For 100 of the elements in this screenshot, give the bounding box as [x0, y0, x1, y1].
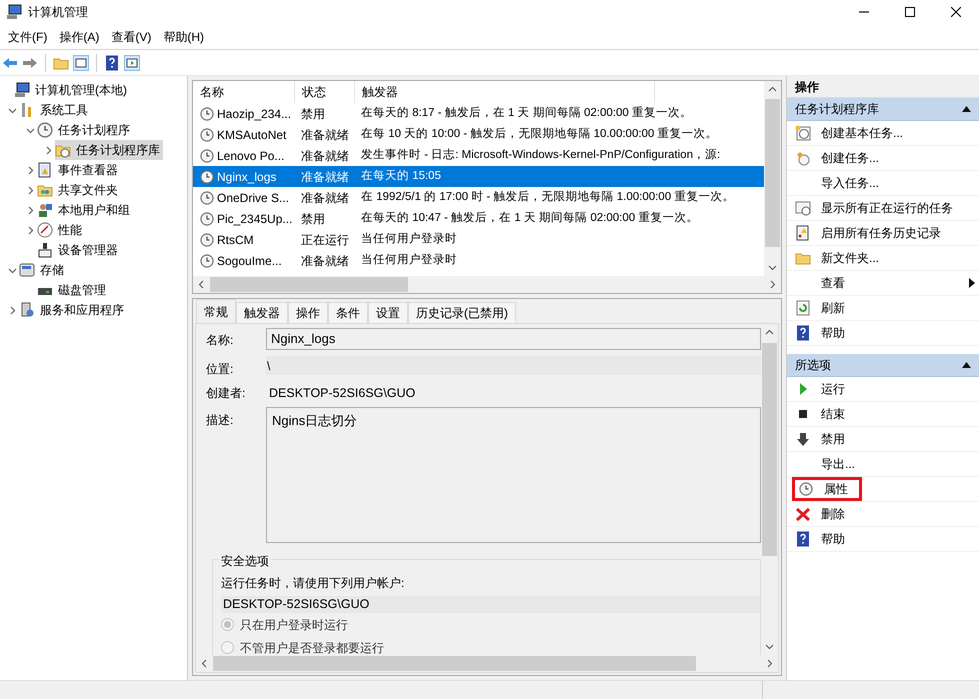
collapsed-chevron-icon[interactable] — [26, 226, 34, 234]
tree-item[interactable]: 存储 — [19, 260, 67, 280]
column-header[interactable]: 触发器 — [355, 81, 655, 103]
device-icon — [37, 242, 53, 258]
task-list-icon — [795, 200, 811, 216]
task-row[interactable]: OneDrive S... 准备就绪 在 1992/5/1 的 17:00 时 - 触发后，无限期地每隔 1.00:00:00 重复一次。 — [193, 187, 764, 208]
tree-item[interactable]: 性能 — [37, 220, 85, 240]
task-row[interactable]: Nginx_logs 准备就绪 在每天的 15:05 — [193, 166, 764, 187]
action-item[interactable]: 结束 — [792, 402, 853, 426]
vertical-scrollbar[interactable] — [764, 81, 781, 276]
help-icon — [795, 325, 811, 341]
expanded-chevron-icon[interactable] — [26, 126, 34, 134]
table-cell-text: 在每天的 10:47 - 触发后，在 1 天 期间每隔 02:00:00 重复一次。 — [360, 210, 700, 226]
table-cell-text: SogouIme... — [217, 252, 282, 270]
clock-icon — [200, 232, 214, 246]
log-icon — [795, 225, 811, 241]
tab[interactable]: 条件 — [328, 302, 368, 323]
collapsed-chevron-icon[interactable] — [26, 166, 34, 174]
clock-icon — [200, 148, 214, 162]
pane-header: 操作 — [787, 76, 979, 98]
action-item[interactable]: 帮助 — [792, 321, 853, 345]
window-title: 计算机管理 — [28, 4, 88, 21]
action-item[interactable]: 新文件夹... — [792, 246, 888, 270]
action-item[interactable]: 运行 — [792, 377, 853, 401]
collapsed-chevron-icon[interactable] — [8, 306, 16, 314]
menu-item[interactable]: 文件(F) — [2, 28, 54, 46]
menu-item[interactable]: 帮助(H) — [157, 28, 210, 46]
task-row[interactable]: Pic_2345Up... 禁用 在每天的 10:47 - 触发后，在 1 天 期间每隔 02:00:00 重复一次。 — [193, 208, 764, 229]
table-cell-text: KMSAutoNet — [217, 126, 286, 144]
action-item[interactable]: 查看 — [792, 271, 853, 295]
tab[interactable]: 设置 — [368, 302, 408, 323]
table-cell-text: 准备就绪 — [300, 252, 350, 270]
action-item[interactable]: 属性 — [792, 477, 862, 501]
action-item[interactable]: 显示所有正在运行的任务 — [792, 196, 961, 220]
submenu-arrow-icon — [969, 278, 975, 288]
action-item[interactable]: 启用所有任务历史记录 — [792, 221, 949, 245]
action-item[interactable]: 导入任务... — [792, 171, 888, 195]
expanded-chevron-icon[interactable] — [8, 106, 16, 114]
tree-item[interactable]: 服务和应用程序 — [19, 300, 127, 320]
tree-item[interactable]: 系统工具 — [19, 100, 91, 120]
table-cell-text: 准备就绪 — [300, 148, 350, 164]
tree-item[interactable]: 共享文件夹 — [37, 180, 121, 200]
tree-item[interactable]: 计算机管理(本地) — [14, 80, 130, 100]
action-item[interactable]: 禁用 — [792, 427, 853, 451]
collapsed-chevron-icon[interactable] — [26, 186, 34, 194]
radio-button[interactable] — [221, 641, 234, 654]
refresh-icon — [795, 300, 811, 316]
location-field: \ — [266, 356, 761, 375]
tree-item[interactable]: 本地用户和组 — [37, 200, 133, 220]
tree-item[interactable]: 设备管理器 — [37, 240, 121, 260]
tree-item[interactable]: 磁盘管理 — [37, 280, 109, 300]
action-item[interactable]: 导出... — [792, 452, 864, 476]
tree-item[interactable]: 任务计划程序 — [37, 120, 133, 140]
collapsed-chevron-icon[interactable] — [26, 206, 34, 214]
tree-item[interactable]: 任务计划程序库 — [55, 140, 163, 160]
action-item[interactable]: 创建基本任务... — [792, 121, 912, 145]
task-row[interactable]: Lenovo Po... 准备就绪 发生事件时 - 日志: Microsoft-Windows-Kernel-PnP/Configuration，源: — [193, 145, 764, 166]
radio-label: 只在用户登录时运行 — [240, 616, 348, 634]
name-field[interactable]: Nginx_logs — [266, 328, 761, 350]
table-cell-text: 当任何用户登录时 — [360, 231, 458, 247]
table-cell-text: 在每 10 天的 10:00 - 触发后，无限期地每隔 10.00:00:00 重复一次。 — [360, 126, 719, 142]
users-icon — [37, 202, 53, 218]
table-cell-text: 在 1992/5/1 的 17:00 时 - 触发后，无限期地每隔 1.00:00:00 重复一次。 — [360, 190, 736, 205]
clock-icon — [37, 122, 53, 138]
collapse-arrow-icon — [962, 106, 971, 112]
action-item[interactable]: 刷新 — [792, 296, 853, 320]
clock-icon — [200, 106, 214, 120]
menu-item[interactable]: 查看(V) — [105, 28, 158, 46]
task-row[interactable]: SogouIme... 准备就绪 当任何用户登录时 — [193, 250, 764, 271]
table-cell-text: 准备就绪 — [300, 190, 350, 206]
action-item[interactable]: 删除 — [792, 502, 853, 526]
horizontal-scrollbar[interactable] — [193, 276, 781, 293]
tab[interactable]: 历史记录(已禁用) — [408, 302, 516, 323]
task-row[interactable]: RtsCM 正在运行 当任何用户登录时 — [193, 229, 764, 250]
field-label: 创建者: — [206, 385, 246, 402]
section-header[interactable]: 任务计划程序库 — [787, 98, 979, 121]
table-cell-text: 发生事件时 - 日志: Microsoft-Windows-Kernel-PnP/Configuration，源: — [360, 148, 722, 163]
group-title: 安全选项 — [219, 552, 271, 570]
task-row[interactable]: Haozip_234... 禁用 在每天的 8:17 - 触发后，在 1 天 期间每隔 02:00:00 重复一次。 — [193, 103, 764, 124]
radio-button[interactable] — [221, 618, 234, 632]
tab[interactable]: 操作 — [288, 302, 328, 323]
table-cell-text: 准备就绪 — [300, 168, 350, 186]
task-row[interactable]: KMSAutoNet 准备就绪 在每 10 天的 10:00 - 触发后，无限期地每隔 10.00:00:00 重复一次。 — [193, 124, 764, 145]
description-field[interactable]: Ngins日志切分 — [266, 406, 761, 543]
action-item[interactable]: 帮助 — [792, 527, 853, 551]
tree-item[interactable]: 事件查看器 — [37, 160, 121, 180]
collapsed-chevron-icon[interactable] — [44, 146, 52, 154]
section-header[interactable]: 所选项 — [787, 354, 979, 377]
table-cell-text: 正在运行 — [300, 232, 350, 248]
tab[interactable]: 触发器 — [236, 302, 288, 323]
column-header[interactable]: 名称 — [193, 81, 295, 103]
expanded-chevron-icon[interactable] — [8, 266, 16, 274]
table-cell-text: 禁用 — [300, 210, 326, 228]
action-item[interactable]: 创建任务... — [792, 146, 888, 170]
account-value: DESKTOP-52SI6SG\GUO — [221, 596, 760, 613]
table-cell-text: Pic_2345Up... — [217, 210, 292, 228]
column-header[interactable]: 状态 — [295, 81, 355, 103]
tab[interactable]: 常规 — [196, 299, 236, 323]
clock-icon — [799, 482, 813, 496]
menu-item[interactable]: 操作(A) — [53, 28, 106, 46]
